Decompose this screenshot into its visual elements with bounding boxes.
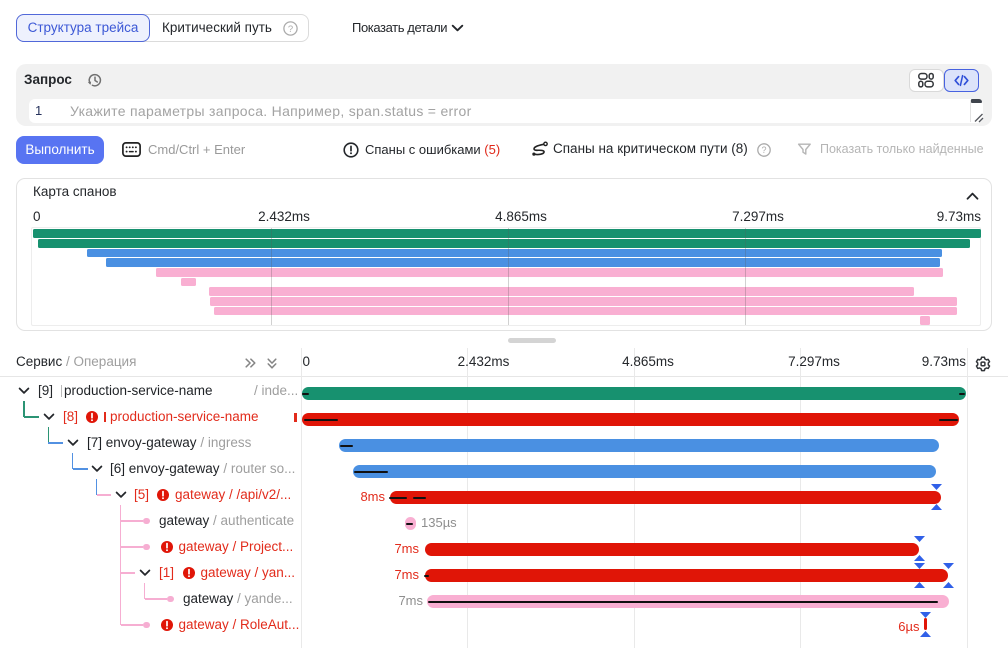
svg-text:?: ?: [761, 145, 766, 155]
svg-text:?: ?: [288, 24, 293, 35]
